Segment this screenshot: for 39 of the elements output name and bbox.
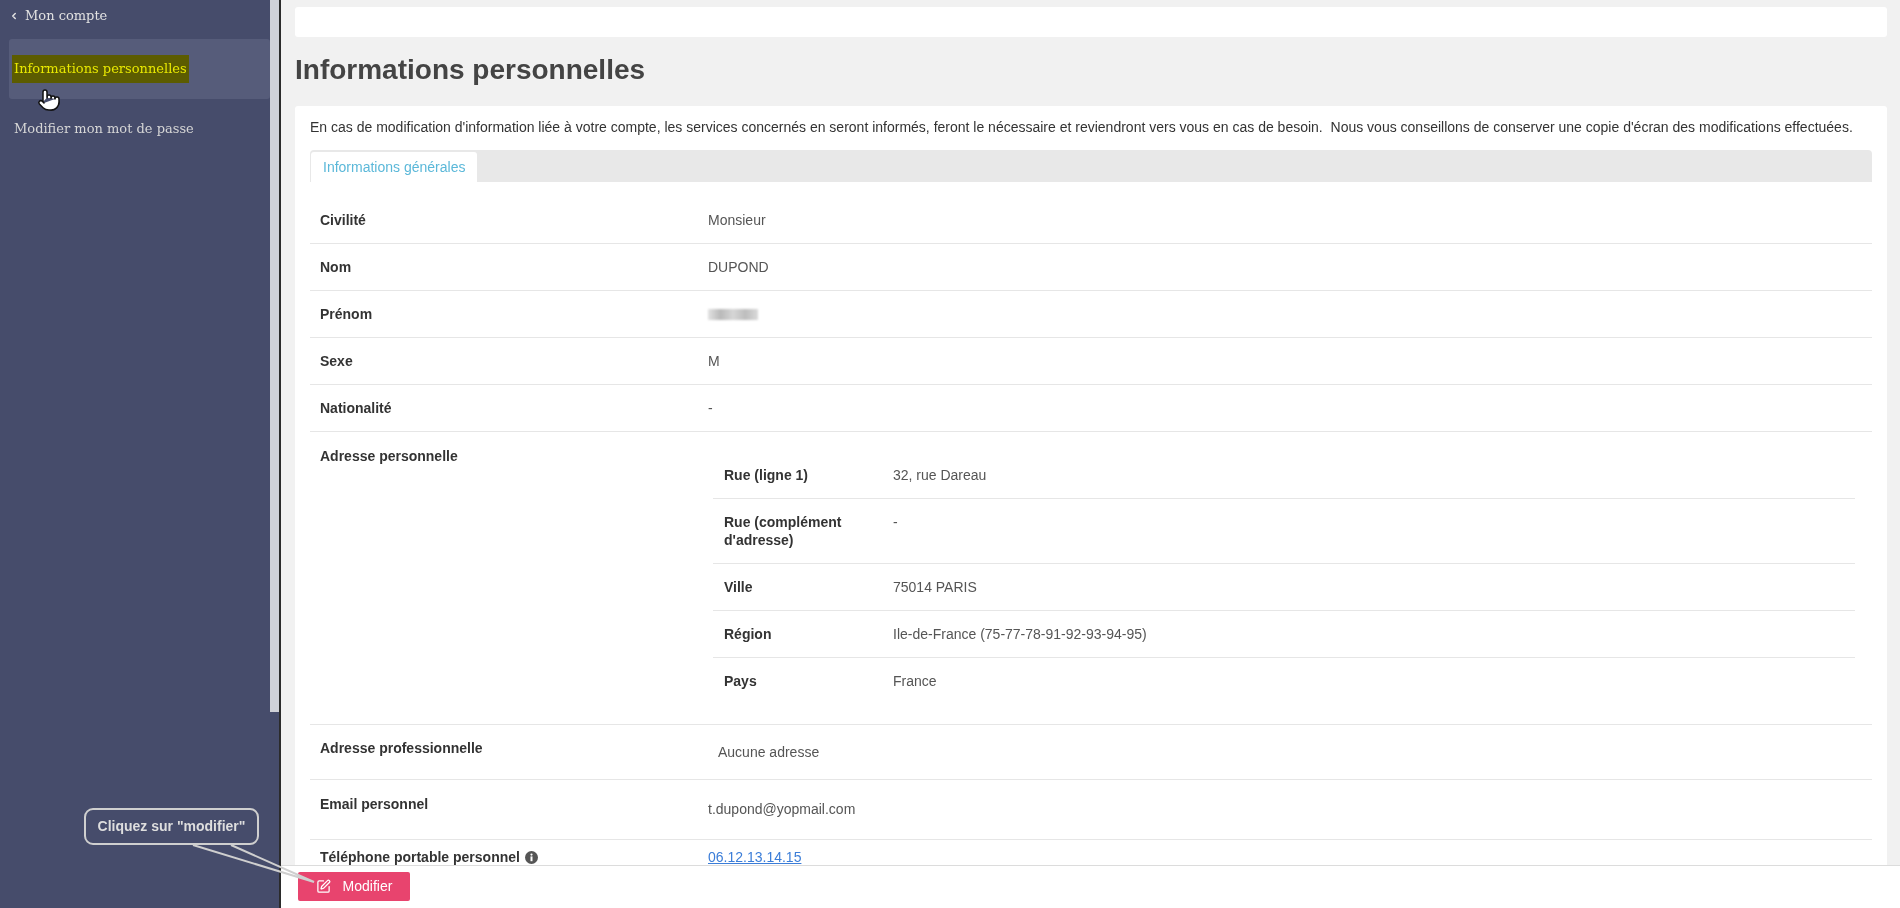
scrollbar-thumb[interactable] <box>270 0 279 712</box>
hand-cursor-icon <box>37 88 61 112</box>
address-label: Pays <box>724 672 757 690</box>
field-label: Email personnel <box>320 795 429 814</box>
callout-bubble: Cliquez sur "modifier" <box>84 808 259 845</box>
field-label: Sexe <box>320 352 353 371</box>
address-label: Région <box>724 625 772 643</box>
field-label: Nom <box>320 258 352 277</box>
address-value: - <box>893 513 898 532</box>
address-label: Rue (ligne 1) <box>724 466 808 484</box>
modify-button[interactable]: Modifier <box>298 872 410 901</box>
field-label: Prénom <box>320 305 373 324</box>
page-title: Informations personnelles <box>295 53 647 87</box>
edit-icon <box>315 879 331 894</box>
address-value: 32, rue Dareau <box>893 466 987 484</box>
info-icon[interactable] <box>524 850 538 864</box>
field-value: - <box>708 399 713 418</box>
address-label: Ville <box>724 578 753 596</box>
notice-text: En cas de modification d'information liée à votre compte, les services concernés en seront informés, feront le nécessaire et reviendront vers vous en cas de besoin. Nous vous conseillons de conserver une copie d'écran des modifications effectuées. <box>310 118 1854 137</box>
address-label: Rue (complément d'adresse) <box>724 513 843 549</box>
field-label: Civilité <box>320 211 366 230</box>
blurred-text-placeholder <box>708 308 758 320</box>
field-value: Aucune adresse <box>718 743 820 762</box>
address-value: Ile-de-France (75-77-78-91-92-93-94-95) <box>893 625 1147 643</box>
field-value: M <box>708 352 720 371</box>
chevron-left-icon <box>9 11 19 21</box>
field-label: Adresse personnelle <box>320 447 458 466</box>
back-link[interactable]: Mon compte <box>9 6 108 26</box>
sidebar-item[interactable]: Informations personnelles <box>9 39 270 99</box>
phone-link[interactable]: 06.12.13.14.15 <box>708 847 802 865</box>
field-value: DUPOND <box>708 258 769 277</box>
sidebar-item[interactable]: Modifier mon mot de passe <box>9 99 270 159</box>
field-value: Monsieur <box>708 211 766 230</box>
address-value: France <box>893 672 937 690</box>
field-value: t.dupond@yopmail.com <box>708 800 856 819</box>
field-label: Téléphone portable personnel <box>320 848 520 865</box>
field-label: Nationalité <box>320 399 392 418</box>
address-value: 75014 PARIS <box>893 578 977 596</box>
field-label: Adresse professionnelle <box>320 739 483 758</box>
